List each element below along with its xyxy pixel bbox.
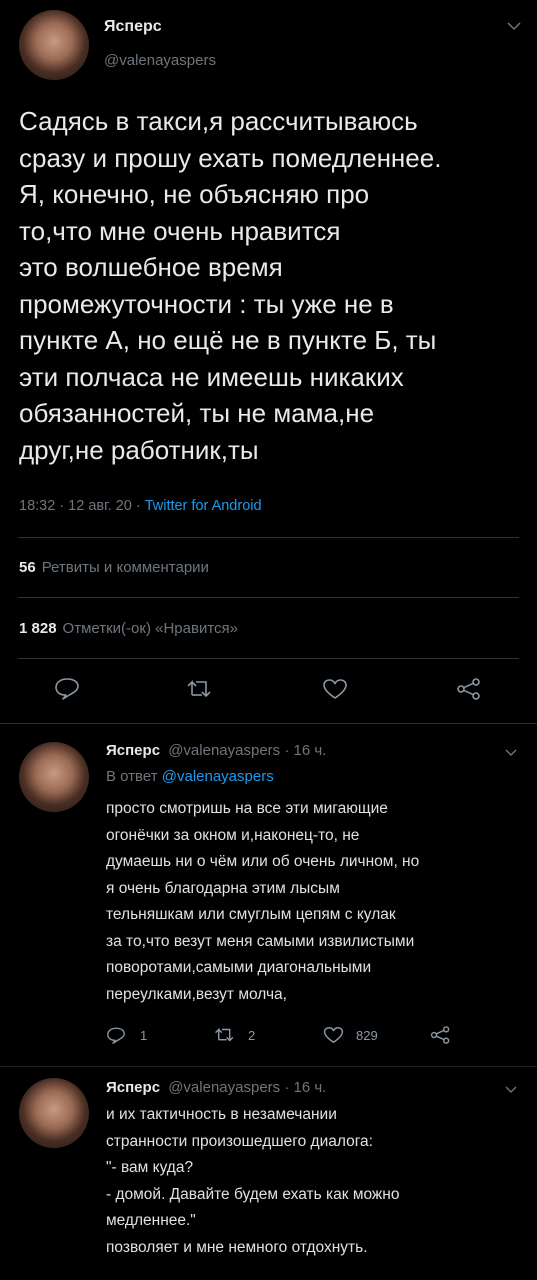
section-divider [0, 723, 537, 724]
reply-count: 1 [140, 1027, 148, 1043]
reply-header[interactable]: Ясперс @valenayaspers · 16 ч. [106, 1079, 326, 1096]
chevron-down-icon[interactable] [505, 746, 517, 760]
display-name[interactable]: Ясперс [104, 18, 162, 36]
retweets-count: 56 [19, 559, 36, 576]
handle-time: @valenayaspers · 16 ч. [168, 742, 327, 759]
retweet-icon [187, 680, 211, 698]
divider [18, 537, 519, 538]
like-button[interactable]: 829 [323, 1026, 378, 1044]
heart-icon [323, 1027, 344, 1043]
chevron-down-icon[interactable] [507, 20, 521, 34]
avatar[interactable] [19, 10, 89, 80]
share-button[interactable] [430, 1026, 451, 1044]
divider [18, 597, 519, 598]
like-count: 829 [356, 1027, 378, 1043]
share-icon [430, 1026, 450, 1044]
reply-text: просто смотришь на все эти мигающие огон… [106, 800, 420, 1003]
reply-to-handle[interactable]: @valenayaspers [162, 768, 274, 785]
avatar[interactable] [19, 742, 89, 812]
divider [18, 658, 519, 659]
tweet-text: Садясь в такси,я рассчитываюсь сразу и п… [19, 106, 442, 465]
reply-header[interactable]: Ясперс @valenayaspers · 16 ч. [106, 742, 326, 759]
reply-to: В ответ @valenayaspers [106, 768, 274, 785]
handle[interactable]: @valenayaspers [104, 52, 216, 69]
avatar[interactable] [19, 1078, 89, 1148]
reply-text: и их тактичность в незамечании странност… [106, 1106, 400, 1256]
retweets-stat[interactable]: 56 Ретвиты и комментарии [19, 559, 209, 577]
display-name[interactable]: Ясперс [106, 742, 160, 759]
reply-button[interactable] [54, 676, 80, 700]
share-icon [457, 678, 480, 700]
like-button[interactable] [322, 678, 348, 700]
source-link[interactable]: Twitter for Android [145, 498, 262, 514]
retweet-button[interactable] [186, 678, 214, 700]
tweet-meta: 18:32 · 12 авг. 20 · Twitter for Android [19, 498, 262, 514]
retweet-count: 2 [248, 1027, 256, 1043]
likes-stat[interactable]: 1 828 Отметки(-ок) «Нравится» [19, 620, 238, 638]
retweet-icon [215, 1027, 234, 1042]
section-divider [0, 1066, 537, 1067]
chevron-down-icon[interactable] [505, 1083, 517, 1097]
retweets-label: Ретвиты и комментарии [41, 559, 209, 576]
reply-icon [55, 678, 79, 700]
retweet-button[interactable]: 2 [214, 1026, 255, 1044]
reply-to-prefix: В ответ [106, 768, 162, 785]
likes-count: 1 828 [19, 620, 57, 637]
handle-time: @valenayaspers · 16 ч. [168, 1079, 327, 1096]
reply-button[interactable]: 1 [106, 1026, 147, 1044]
share-button[interactable] [456, 678, 482, 700]
heart-icon [323, 679, 347, 699]
timestamp: 18:32 · 12 авг. 20 · [19, 498, 145, 514]
display-name[interactable]: Ясперс [106, 1079, 160, 1096]
reply-icon [107, 1027, 125, 1044]
likes-label: Отметки(-ок) «Нравится» [62, 620, 238, 637]
